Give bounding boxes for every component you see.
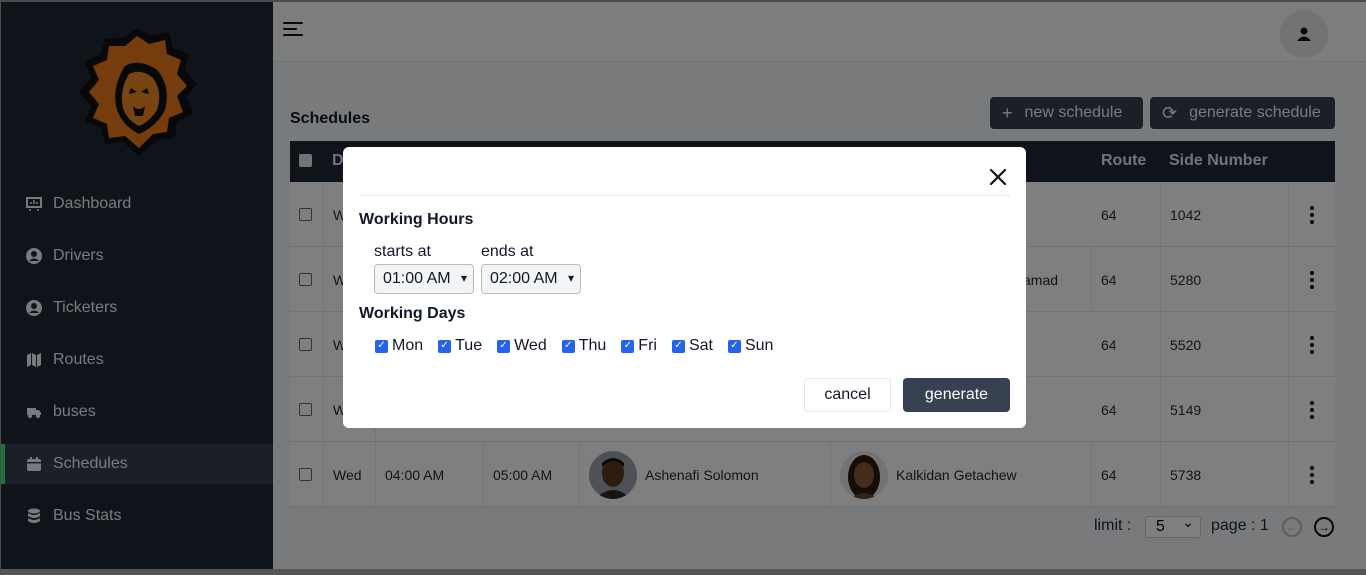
cancel-button[interactable]: cancel [804, 378, 891, 412]
day-checkbox-tue[interactable]: ✓ Tue [438, 337, 482, 355]
day-label: Thu [578, 337, 607, 354]
checkbox-checked-icon: ✓ [621, 339, 635, 353]
generate-button[interactable]: generate [903, 378, 1010, 412]
checkbox-checked-icon: ✓ [727, 339, 741, 353]
working-days-group: ✓ Mon ✓ Tue ✓ Wed ✓ Thu ✓ Fri ✓ Sat ✓ Sun [375, 337, 788, 355]
day-checkbox-wed[interactable]: ✓ Wed [497, 337, 547, 355]
chevron-down-icon: ▾ [567, 271, 574, 285]
app-window: Dashboard Drivers Ticketers Routes [0, 0, 1366, 575]
working-days-title: Working Days [359, 305, 466, 322]
day-checkbox-mon[interactable]: ✓ Mon [375, 337, 423, 355]
working-hours-title: Working Hours [359, 211, 474, 228]
day-label: Sat [688, 337, 713, 354]
checkbox-checked-icon: ✓ [438, 339, 452, 353]
starts-at-label: starts at [374, 243, 431, 260]
close-icon[interactable] [988, 167, 1008, 187]
checkbox-checked-icon: ✓ [561, 339, 575, 353]
ends-at-label: ends at [481, 243, 534, 260]
starts-at-select[interactable]: 01:00 AM ▾ [374, 264, 474, 294]
day-label: Sun [744, 337, 774, 354]
modal-divider [359, 195, 1010, 196]
day-label: Wed [514, 337, 547, 354]
ends-at-value: 02:00 AM [490, 270, 558, 287]
starts-at-value: 01:00 AM [383, 270, 451, 287]
ends-at-select[interactable]: 02:00 AM ▾ [481, 264, 581, 294]
day-checkbox-sat[interactable]: ✓ Sat [671, 337, 713, 355]
day-label: Fri [638, 337, 657, 354]
day-checkbox-thu[interactable]: ✓ Thu [561, 337, 607, 355]
chevron-down-icon: ▾ [460, 271, 467, 285]
day-checkbox-fri[interactable]: ✓ Fri [621, 337, 657, 355]
day-checkbox-sun[interactable]: ✓ Sun [727, 337, 774, 355]
day-label: Tue [455, 337, 483, 354]
day-label: Mon [392, 337, 424, 354]
checkbox-checked-icon: ✓ [375, 339, 388, 353]
checkbox-checked-icon: ✓ [497, 339, 511, 353]
generate-schedule-modal: Working Hours starts at ends at 01:00 AM… [343, 147, 1026, 428]
checkbox-checked-icon: ✓ [671, 339, 685, 353]
